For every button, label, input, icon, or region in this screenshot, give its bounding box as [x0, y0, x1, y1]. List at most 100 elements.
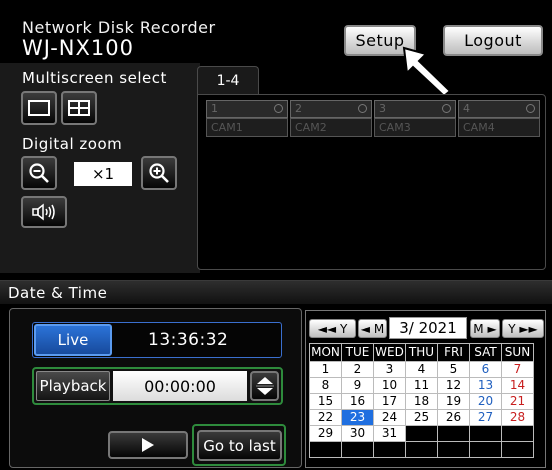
status-circle-icon	[358, 104, 367, 113]
calendar-empty-cell	[405, 425, 438, 442]
zoom-out-icon	[29, 163, 49, 183]
calendar-day-selected[interactable]: 23	[341, 409, 374, 426]
calendar-day[interactable]: 24	[373, 409, 406, 426]
zoom-in-icon	[149, 163, 169, 183]
product-name: Network Disk Recorder	[22, 18, 216, 37]
calendar-week-row: 29 30 31	[309, 425, 534, 442]
speaker-icon	[32, 203, 55, 221]
status-circle-icon	[442, 104, 451, 113]
playback-time-stepper[interactable]	[250, 371, 279, 401]
live-time: 13:36:32	[148, 330, 229, 350]
calendar-day[interactable]: 10	[373, 377, 406, 394]
quad-screen-icon	[68, 100, 90, 116]
camera-tile-4[interactable]: 4 CAM4	[458, 100, 540, 137]
calendar-day[interactable]: 25	[405, 409, 438, 426]
quad-screen-button[interactable]	[61, 91, 97, 125]
model-name: WJ-NX100	[22, 36, 134, 60]
calendar-empty-cell	[501, 441, 534, 458]
calendar-week-row: 22 23 24 25 26 27 28	[309, 409, 534, 426]
calendar-day[interactable]: 4	[405, 361, 438, 378]
logout-button[interactable]: Logout	[443, 25, 543, 56]
play-icon	[142, 438, 154, 452]
calendar-day[interactable]: 15	[309, 393, 342, 410]
calendar-day[interactable]: 2	[341, 361, 374, 378]
weekday-header: FRI	[437, 343, 470, 362]
camera-name: CAM1	[211, 121, 243, 134]
calendar-day[interactable]: 28	[501, 409, 534, 426]
calendar-day[interactable]: 11	[405, 377, 438, 394]
calendar-empty-cell	[501, 425, 534, 442]
status-circle-icon	[526, 104, 535, 113]
audio-button[interactable]	[21, 196, 67, 228]
calendar-week-row	[309, 441, 534, 458]
weekday-header: THU	[405, 343, 438, 362]
camera-name: CAM3	[379, 121, 411, 134]
calendar-empty-cell	[437, 441, 470, 458]
calendar-day[interactable]: 12	[437, 377, 470, 394]
play-button[interactable]	[108, 431, 188, 459]
calendar-day[interactable]: 16	[341, 393, 374, 410]
calendar-day[interactable]: 18	[405, 393, 438, 410]
next-year-button[interactable]: Y ►►	[502, 319, 544, 338]
single-screen-icon	[28, 100, 50, 116]
camera-name: CAM4	[463, 121, 495, 134]
zoom-level-value: ×1	[74, 162, 132, 186]
calendar-day[interactable]: 21	[501, 393, 534, 410]
calendar-day[interactable]: 9	[341, 377, 374, 394]
go-to-last-button[interactable]: Go to last	[197, 430, 282, 461]
status-circle-icon	[274, 104, 283, 113]
calendar-empty-cell	[341, 441, 374, 458]
date-time-label: Date & Time	[8, 284, 108, 302]
zoom-in-button[interactable]	[141, 156, 177, 190]
up-down-arrows-icon	[255, 377, 274, 395]
calendar-day[interactable]: 29	[309, 425, 342, 442]
playback-button[interactable]: Playback	[36, 371, 110, 401]
camera-number: 1	[211, 102, 218, 115]
calendar-day[interactable]: 30	[341, 425, 374, 442]
multiscreen-label: Multiscreen select	[22, 69, 167, 87]
calendar-day[interactable]: 31	[373, 425, 406, 442]
weekday-header: TUE	[341, 343, 374, 362]
calendar-empty-cell	[469, 425, 502, 442]
next-month-button[interactable]: M ►	[470, 319, 500, 338]
calendar-empty-cell	[469, 441, 502, 458]
calendar-day[interactable]: 17	[373, 393, 406, 410]
playback-time-input[interactable]: 00:00:00	[113, 371, 247, 401]
calendar-week-row: 15 16 17 18 19 20 21	[309, 393, 534, 410]
calendar-day[interactable]: 3	[373, 361, 406, 378]
calendar-grid: MON TUE WED THU FRI SAT SUN 1 2 3 4 5 6 7 8 9 10 1…	[309, 343, 534, 458]
calendar-day[interactable]: 19	[437, 393, 470, 410]
calendar-day[interactable]: 8	[309, 377, 342, 394]
single-screen-button[interactable]	[21, 91, 57, 125]
weekday-header: SAT	[469, 343, 502, 362]
camera-tile-1[interactable]: 1 CAM1	[206, 100, 288, 137]
calendar-empty-cell	[373, 441, 406, 458]
calendar-day[interactable]: 22	[309, 409, 342, 426]
previous-month-button[interactable]: ◄ M	[358, 319, 387, 338]
calendar-day[interactable]: 14	[501, 377, 534, 394]
calendar-day[interactable]: 5	[437, 361, 470, 378]
calendar-day[interactable]: 26	[437, 409, 470, 426]
calendar-day[interactable]: 20	[469, 393, 502, 410]
calendar-empty-cell	[405, 441, 438, 458]
camera-tile-3[interactable]: 3 CAM3	[374, 100, 456, 137]
camera-number: 4	[463, 102, 470, 115]
calendar-day[interactable]: 13	[469, 377, 502, 394]
calendar-empty-cell	[437, 425, 470, 442]
tab-cameras-1-4[interactable]: 1-4	[197, 66, 259, 94]
camera-name: CAM2	[295, 121, 327, 134]
calendar-day[interactable]: 6	[469, 361, 502, 378]
calendar-day[interactable]: 1	[309, 361, 342, 378]
date-time-section-header: Date & Time	[0, 280, 552, 304]
calendar-month-year: 3/ 2021	[389, 317, 467, 339]
mouse-cursor-icon	[402, 46, 452, 98]
calendar-empty-cell	[309, 441, 342, 458]
calendar-week-row: 1234567	[309, 361, 534, 378]
live-button[interactable]: Live	[34, 324, 112, 356]
calendar-day[interactable]: 27	[469, 409, 502, 426]
previous-year-button[interactable]: ◄◄ Y	[309, 319, 356, 338]
calendar-day[interactable]: 7	[501, 361, 534, 378]
camera-tile-2[interactable]: 2 CAM2	[290, 100, 372, 137]
zoom-out-button[interactable]	[21, 156, 57, 190]
weekday-header: MON	[309, 343, 342, 362]
